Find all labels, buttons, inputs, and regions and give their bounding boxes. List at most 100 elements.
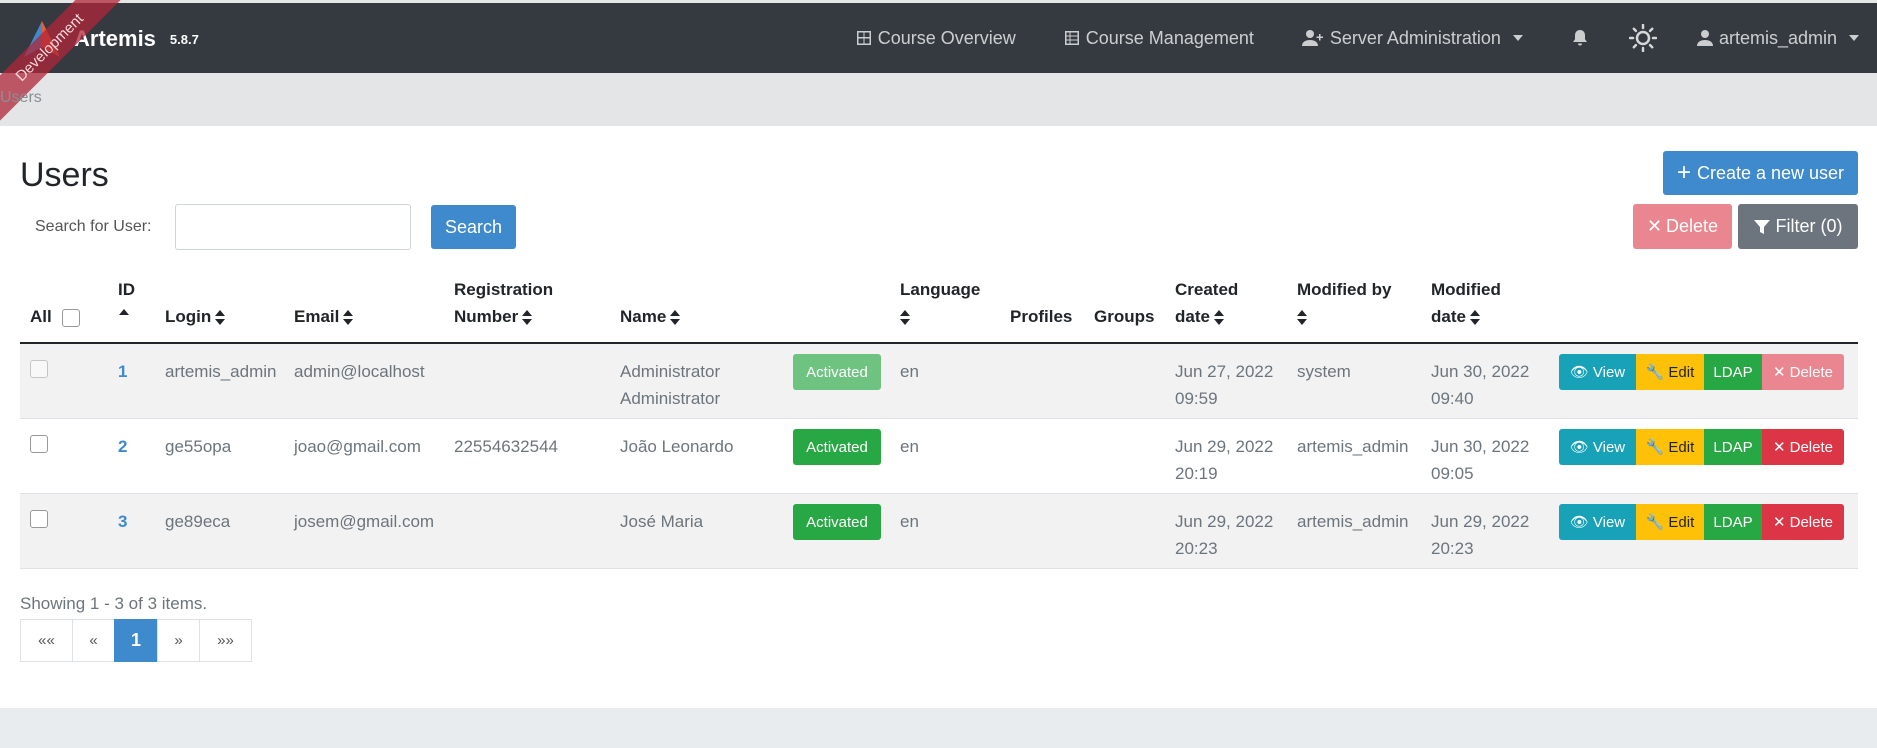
- ldap-button[interactable]: LDAP: [1704, 504, 1762, 540]
- user-language: en: [900, 512, 919, 531]
- wrench-icon: 🔧: [1645, 514, 1665, 531]
- first-page-button[interactable]: ««: [20, 619, 73, 662]
- user-modified-date: Jun 30, 2022 09:05: [1431, 433, 1529, 487]
- nav-course-overview[interactable]: Course Overview: [856, 28, 1016, 49]
- user-login: artemis_admin: [165, 362, 277, 381]
- view-label: View: [1592, 363, 1626, 381]
- header-email[interactable]: Email: [294, 303, 354, 330]
- close-icon: ✕: [1773, 514, 1786, 531]
- list-table-icon: [1064, 31, 1079, 45]
- sun-icon: [1628, 24, 1657, 52]
- nav-server-administration[interactable]: Server Administration: [1301, 28, 1523, 49]
- ldap-button[interactable]: LDAP: [1704, 354, 1762, 390]
- header-id[interactable]: ID: [118, 276, 135, 317]
- created-date-line: Jun 27, 2022: [1175, 362, 1274, 381]
- edit-label: Edit: [1668, 513, 1695, 531]
- nav-course-management-label: Course Management: [1085, 27, 1254, 48]
- delete-label: Delete: [1789, 513, 1833, 531]
- status-badge[interactable]: Activated: [793, 429, 881, 465]
- select-all-checkbox[interactable]: [62, 308, 81, 327]
- search-input[interactable]: [175, 204, 411, 250]
- modified-date-line: Jun 30, 2022: [1431, 437, 1530, 456]
- table-row: 1 artemis_admin admin@localhost Administ…: [20, 344, 1858, 419]
- user-name: João Leonardo: [620, 433, 733, 460]
- table-icon: [856, 31, 871, 45]
- previous-page-button[interactable]: «: [72, 619, 115, 662]
- user-name: artemis_admin: [1718, 27, 1837, 48]
- header-modified-date[interactable]: Modified date: [1431, 276, 1501, 330]
- header-email-label: Email: [294, 307, 340, 326]
- sort-icon: [670, 309, 681, 326]
- search-button[interactable]: Search: [431, 205, 516, 249]
- delete-selected-button[interactable]: ✕ Delete: [1633, 204, 1732, 249]
- view-label: View: [1592, 513, 1626, 531]
- header-all-label: All: [30, 307, 52, 326]
- created-time-line: 09:59: [1175, 389, 1218, 408]
- user-login: ge89eca: [165, 512, 231, 531]
- filter-button[interactable]: Filter (0): [1738, 204, 1858, 249]
- next-page-button[interactable]: »: [157, 619, 200, 662]
- view-button[interactable]: 👁 View: [1559, 429, 1636, 465]
- user-login: ge55opa: [165, 437, 232, 456]
- user-id-link[interactable]: 1: [118, 358, 127, 385]
- user-name-line1: João Leonardo: [620, 437, 734, 456]
- user-modified-date: Jun 30, 2022 09:40: [1431, 358, 1529, 412]
- sort-icon: [215, 309, 226, 326]
- row-checkbox[interactable]: [30, 510, 48, 528]
- table-row: 2 ge55opa joao@gmail.com 22554632544 Joã…: [20, 419, 1858, 494]
- edit-button[interactable]: 🔧 Edit: [1636, 429, 1704, 465]
- user-id-link[interactable]: 2: [118, 433, 127, 460]
- delete-button[interactable]: ✕ Delete: [1762, 504, 1844, 540]
- header-language-label: Language: [900, 280, 981, 299]
- header-login[interactable]: Login: [165, 303, 226, 330]
- row-actions: 👁 View 🔧 Edit LDAP ✕ Delete: [1559, 429, 1844, 465]
- wrench-icon: 🔧: [1645, 364, 1665, 381]
- modified-time-line: 09:05: [1431, 464, 1474, 483]
- header-modified-by[interactable]: Modified by: [1297, 276, 1391, 330]
- header-all[interactable]: All: [30, 303, 81, 330]
- created-time-line: 20:19: [1175, 464, 1218, 483]
- modified-date-line: Jun 29, 2022: [1431, 512, 1530, 531]
- header-created-line1: Created: [1175, 280, 1239, 299]
- wrench-icon: 🔧: [1645, 439, 1665, 456]
- last-page-button[interactable]: »»: [199, 619, 252, 662]
- ldap-button[interactable]: LDAP: [1704, 429, 1762, 465]
- edit-label: Edit: [1668, 363, 1695, 381]
- close-icon: ✕: [1773, 364, 1786, 381]
- delete-label: Delete: [1789, 363, 1833, 381]
- edit-button[interactable]: 🔧 Edit: [1636, 354, 1704, 390]
- header-created-date[interactable]: Created date: [1175, 276, 1238, 330]
- header-name[interactable]: Name: [620, 303, 681, 330]
- notifications-button[interactable]: [1571, 29, 1589, 47]
- user-id-link[interactable]: 3: [118, 508, 127, 535]
- users-table: All ID Login Email Registration Number N…: [20, 276, 1858, 569]
- status-badge[interactable]: Activated: [793, 504, 881, 540]
- delete-button[interactable]: ✕ Delete: [1762, 354, 1844, 390]
- table-row: 3 ge89eca josem@gmail.com José Maria Act…: [20, 494, 1858, 569]
- status-badge[interactable]: Activated: [793, 354, 881, 390]
- view-button[interactable]: 👁 View: [1559, 504, 1636, 540]
- breadcrumb[interactable]: Users: [0, 89, 42, 107]
- current-page-button[interactable]: 1: [114, 619, 158, 662]
- row-checkbox[interactable]: [30, 360, 48, 378]
- delete-button[interactable]: ✕ Delete: [1762, 429, 1844, 465]
- created-time-line: 20:23: [1175, 539, 1218, 558]
- view-button[interactable]: 👁 View: [1559, 354, 1636, 390]
- header-login-label: Login: [165, 307, 212, 326]
- filter-label: Filter (0): [1775, 216, 1843, 236]
- create-user-button[interactable]: + Create a new user: [1663, 151, 1858, 195]
- user-menu[interactable]: artemis_admin: [1696, 27, 1859, 49]
- header-modified-by-label: Modified by: [1297, 280, 1392, 299]
- edit-button[interactable]: 🔧 Edit: [1636, 504, 1704, 540]
- theme-toggle-button[interactable]: [1628, 24, 1657, 52]
- row-checkbox[interactable]: [30, 435, 48, 453]
- page-title: Users: [20, 156, 109, 194]
- top-navbar: Artemis 5.8.7 Course Overview Course Man…: [0, 0, 1877, 73]
- delete-selected-label: Delete: [1666, 216, 1719, 236]
- header-language[interactable]: Language: [900, 276, 980, 330]
- close-icon: ✕: [1773, 439, 1786, 456]
- eye-icon: 👁: [1569, 364, 1589, 381]
- header-registration-number[interactable]: Registration Number: [454, 276, 553, 330]
- sort-icon: [1469, 309, 1480, 326]
- nav-course-management[interactable]: Course Management: [1064, 28, 1254, 49]
